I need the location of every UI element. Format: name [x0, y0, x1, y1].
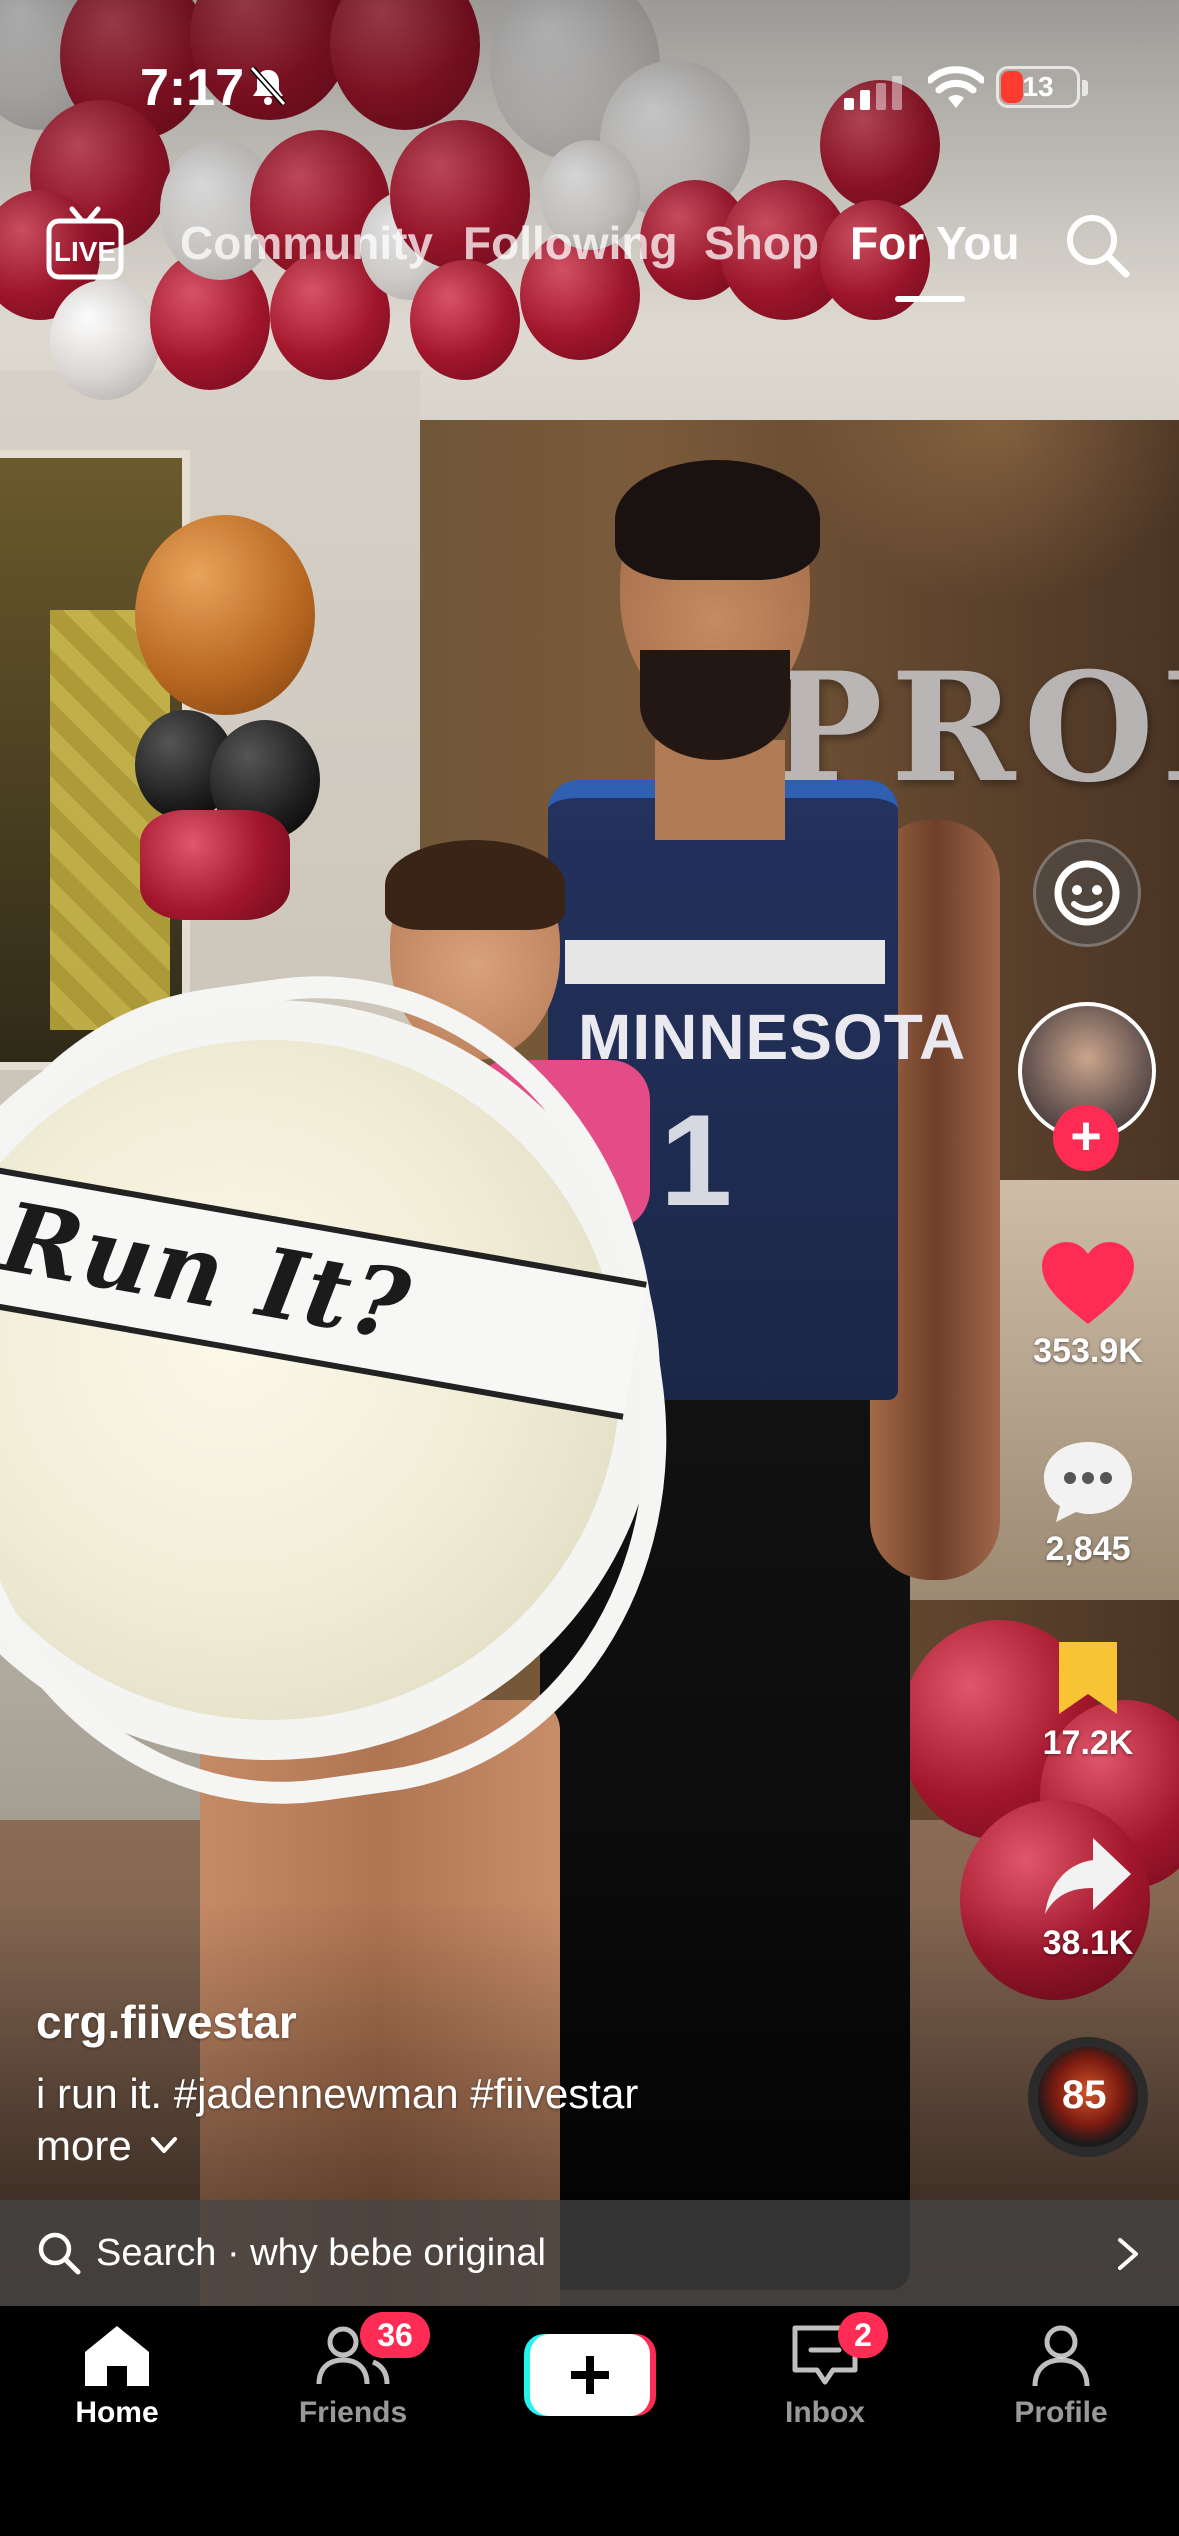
- man-hair: [615, 460, 820, 580]
- chevron-down-icon: [151, 2137, 177, 2153]
- video-caption[interactable]: i run it. #jadennewman #fiivestar: [36, 2070, 638, 2118]
- comment-count: 2,845: [1045, 1530, 1131, 1568]
- music-disc-number: 85: [1062, 2073, 1107, 2117]
- jersey-stripe: [565, 940, 885, 984]
- comment-icon: [1044, 1442, 1132, 1522]
- star-balloon: [140, 810, 290, 920]
- smiley-icon: [1054, 860, 1120, 926]
- active-tab-indicator: [895, 296, 965, 302]
- tab-following[interactable]: Following: [463, 216, 678, 270]
- share-count: 38.1K: [1042, 1924, 1134, 1962]
- save-button[interactable]: 17.2K: [1008, 1638, 1168, 1763]
- battery-nub: [1082, 80, 1088, 96]
- tab-profile[interactable]: Profile: [976, 2322, 1146, 2430]
- share-arrow-icon: [1045, 1838, 1131, 1914]
- tab-community[interactable]: Community: [180, 216, 433, 270]
- live-tv-icon[interactable]: LIVE: [44, 205, 126, 283]
- wifi-icon: [928, 66, 984, 108]
- tab-home-label: Home: [75, 2396, 159, 2429]
- chevron-right-icon: [1118, 2238, 1138, 2270]
- save-count: 17.2K: [1042, 1724, 1134, 1762]
- video-player[interactable]: PROM MINNESOTA 1 Run It?: [0, 0, 1179, 2306]
- follow-button[interactable]: +: [1053, 1105, 1119, 1171]
- jersey-number: 1: [660, 1087, 733, 1233]
- battery-indicator: 13: [996, 66, 1080, 108]
- inbox-badge: 2: [838, 2312, 888, 2358]
- effects-button[interactable]: [1033, 839, 1141, 947]
- cellular-signal-icon: [844, 76, 902, 110]
- comment-button[interactable]: 2,845: [1008, 1438, 1168, 1569]
- tab-home[interactable]: Home: [32, 2322, 202, 2430]
- basketball-balloon: [135, 515, 315, 715]
- tab-inbox-label: Inbox: [785, 2396, 865, 2429]
- status-time: 7:17: [140, 59, 245, 117]
- bell-muted-icon: [249, 66, 287, 106]
- home-icon: [85, 2326, 149, 2386]
- heart-icon: [1042, 1242, 1134, 1324]
- creator-username[interactable]: crg.fiivestar: [36, 1995, 297, 2049]
- create-post-button[interactable]: [524, 2334, 656, 2416]
- tab-friends-label: Friends: [298, 2396, 408, 2429]
- top-scrim: [0, 0, 1179, 330]
- profile-icon: [1032, 2325, 1090, 2387]
- battery-level: 13: [1022, 71, 1054, 102]
- search-icon[interactable]: [1062, 210, 1132, 280]
- jersey-name: MINNESOTA: [578, 1001, 967, 1073]
- search-suggestion-text: Search · why bebe original: [96, 2232, 546, 2274]
- search-icon: [38, 2232, 81, 2275]
- tab-profile-label: Profile: [1014, 2396, 1108, 2429]
- like-button[interactable]: 353.9K: [1008, 1240, 1168, 1371]
- bookmark-icon: [1059, 1642, 1117, 1714]
- friends-badge: 36: [360, 2312, 430, 2358]
- tab-for-you[interactable]: For You: [850, 216, 1020, 270]
- man-beard: [640, 650, 790, 760]
- live-label: LIVE: [54, 236, 116, 267]
- caption-more[interactable]: more: [36, 2122, 132, 2170]
- share-button[interactable]: 38.1K: [1008, 1834, 1168, 1963]
- like-count: 353.9K: [1033, 1332, 1143, 1370]
- woman-hair: [385, 840, 565, 930]
- tab-shop[interactable]: Shop: [704, 216, 819, 270]
